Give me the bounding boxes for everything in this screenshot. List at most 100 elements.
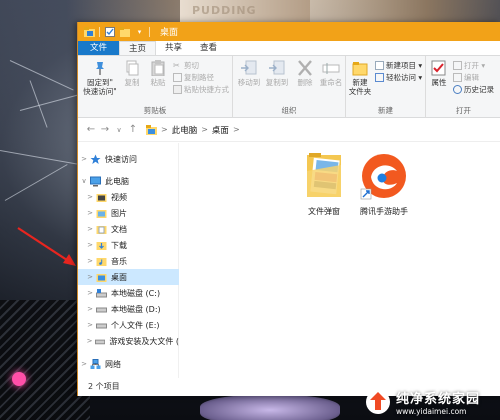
collapse-chevron-icon[interactable]: ∨ [78,177,90,185]
organize-group-label: 组织 [281,106,297,115]
video-folder-icon [96,193,107,202]
properties-check-icon [431,60,446,76]
cut-button[interactable]: ✂ 剪切 [173,60,199,71]
file-item-shortcut[interactable]: 腾讯手游助手 [349,151,419,217]
pictures-folder-icon [96,209,107,218]
expand-chevron-icon[interactable]: > [84,193,96,201]
copy-path-icon [173,73,182,82]
delete-button[interactable]: 删除 [293,60,317,87]
copy-button[interactable]: 复制 [119,60,145,87]
move-to-button[interactable]: 移动到 [235,60,263,87]
nav-item-drive-d[interactable]: > 本地磁盘 (D:) [78,301,179,317]
open-group-label: 打开 [456,106,471,115]
properties-quick-icon[interactable] [104,26,115,37]
expand-chevron-icon[interactable]: > [78,360,90,368]
nav-item-videos[interactable]: > 视频 [78,189,179,205]
new-folder-quick-icon[interactable] [119,26,130,37]
computer-icon [90,176,101,186]
star-icon [90,154,101,164]
tab-home[interactable]: 主页 [119,41,157,55]
nav-label: 桌面 [111,272,127,282]
forward-arrow-icon[interactable]: → [98,124,112,135]
paste-shortcut-button[interactable]: 粘贴快捷方式 [173,84,229,95]
file-name: 腾讯手游助手 [360,207,408,216]
up-arrow-icon[interactable]: ↑ [126,124,140,135]
documents-folder-icon [96,225,107,234]
nav-item-downloads[interactable]: > 下载 [78,237,179,253]
nav-item-drive-e[interactable]: > 个人文件 (E:) [78,317,179,333]
drive-icon [95,339,106,344]
breadcrumb-separator[interactable]: > [201,125,208,134]
network-icon [90,358,101,369]
folder-icon [307,153,341,197]
copy-path-label: 复制路径 [184,73,214,82]
nav-item-desktop[interactable]: > 桌面 [78,269,179,285]
nav-item-drive-games[interactable]: > 游戏安装及大文件 ( [78,333,179,349]
breadcrumb-separator[interactable]: > [233,125,240,134]
new-group-label: 新建 [378,106,393,115]
nav-label: 游戏安装及大文件 ( [109,336,179,346]
delete-label: 删除 [297,78,313,87]
nav-item-pictures[interactable]: > 图片 [78,205,179,221]
paste-shortcut-label: 粘贴快捷方式 [184,85,229,94]
expand-chevron-icon[interactable]: > [84,225,96,233]
nav-item-quick-access[interactable]: > 快速访问 [78,151,179,167]
system-drive-icon [96,288,107,297]
history-button[interactable]: 历史记录 [453,84,494,95]
move-to-icon [241,60,257,75]
expand-chevron-icon[interactable]: > [84,337,95,345]
expand-chevron-icon[interactable]: > [84,273,96,281]
expand-chevron-icon[interactable]: > [84,305,96,313]
easy-access-icon [375,73,384,82]
expand-chevron-icon[interactable]: > [78,155,90,163]
nav-label: 网络 [105,359,121,369]
explorer-folder-icon[interactable] [84,26,95,37]
site-logo-icon [366,389,390,414]
recent-locations-chevron-icon[interactable]: ∨ [112,126,126,134]
tab-share[interactable]: 共享 [156,41,191,55]
navigation-pane: > 快速访问 ∨ 此电脑 > 视频 > 图片 > 文档 > 下载 > 音乐 > … [78,143,179,396]
music-folder-icon [96,257,107,266]
nav-item-drive-c[interactable]: > 本地磁盘 (C:) [78,285,179,301]
breadcrumb-desktop[interactable]: 桌面 [212,124,229,136]
properties-button[interactable]: 属性 [428,60,450,87]
back-arrow-icon[interactable]: ← [84,124,98,135]
paste-shortcut-icon [173,85,182,94]
expand-chevron-icon[interactable]: > [84,257,96,265]
customize-quick-access-icon[interactable]: ▾ [134,26,145,37]
tab-view[interactable]: 查看 [191,41,226,55]
copy-to-button[interactable]: 复制到 [263,60,291,87]
expand-chevron-icon[interactable]: > [84,209,96,217]
paste-button[interactable]: 粘贴 [145,60,171,87]
rename-button[interactable]: 重命名 [318,60,344,87]
new-folder-button[interactable]: 新建 文件夹 [348,60,372,96]
edit-button[interactable]: 编辑 [453,72,479,83]
nav-item-this-pc[interactable]: ∨ 此电脑 [78,173,179,189]
breadcrumb-this-pc[interactable]: 此电脑 [172,124,198,136]
easy-access-button[interactable]: 轻松访问 ▾ [375,72,422,83]
nav-label: 本地磁盘 (C:) [111,288,161,298]
item-count-text: 2 个项目 [88,382,120,391]
delete-x-icon [298,60,312,76]
open-button[interactable]: 打开 ▾ [453,60,485,71]
nav-item-music[interactable]: > 音乐 [78,253,179,269]
watermark-main-text: 纯净系统家园 [396,391,481,407]
nav-label: 文档 [111,224,127,234]
nav-label: 视频 [111,192,127,202]
expand-chevron-icon[interactable]: > [84,321,96,329]
expand-chevron-icon[interactable]: > [84,289,96,297]
pin-quick-access-button[interactable]: 固定到" 快速访问" [82,60,118,96]
nav-label: 快速访问 [105,154,137,164]
new-folder-label-line2: 文件夹 [348,87,372,96]
title-separator [99,26,100,37]
nav-item-documents[interactable]: > 文档 [78,221,179,237]
file-list-pane: 文件弹窗 腾讯手游助手 [179,143,500,396]
expand-chevron-icon[interactable]: > [84,241,96,249]
pin-icon [96,62,104,75]
address-field[interactable]: > 此电脑 > 桌面 > [146,122,500,138]
nav-label: 本地磁盘 (D:) [111,304,161,314]
new-item-button[interactable]: 新建项目 ▾ [375,60,422,71]
nav-item-network[interactable]: > 网络 [78,356,179,372]
copy-path-button[interactable]: 复制路径 [173,72,214,83]
tab-file[interactable]: 文件 [78,41,120,55]
